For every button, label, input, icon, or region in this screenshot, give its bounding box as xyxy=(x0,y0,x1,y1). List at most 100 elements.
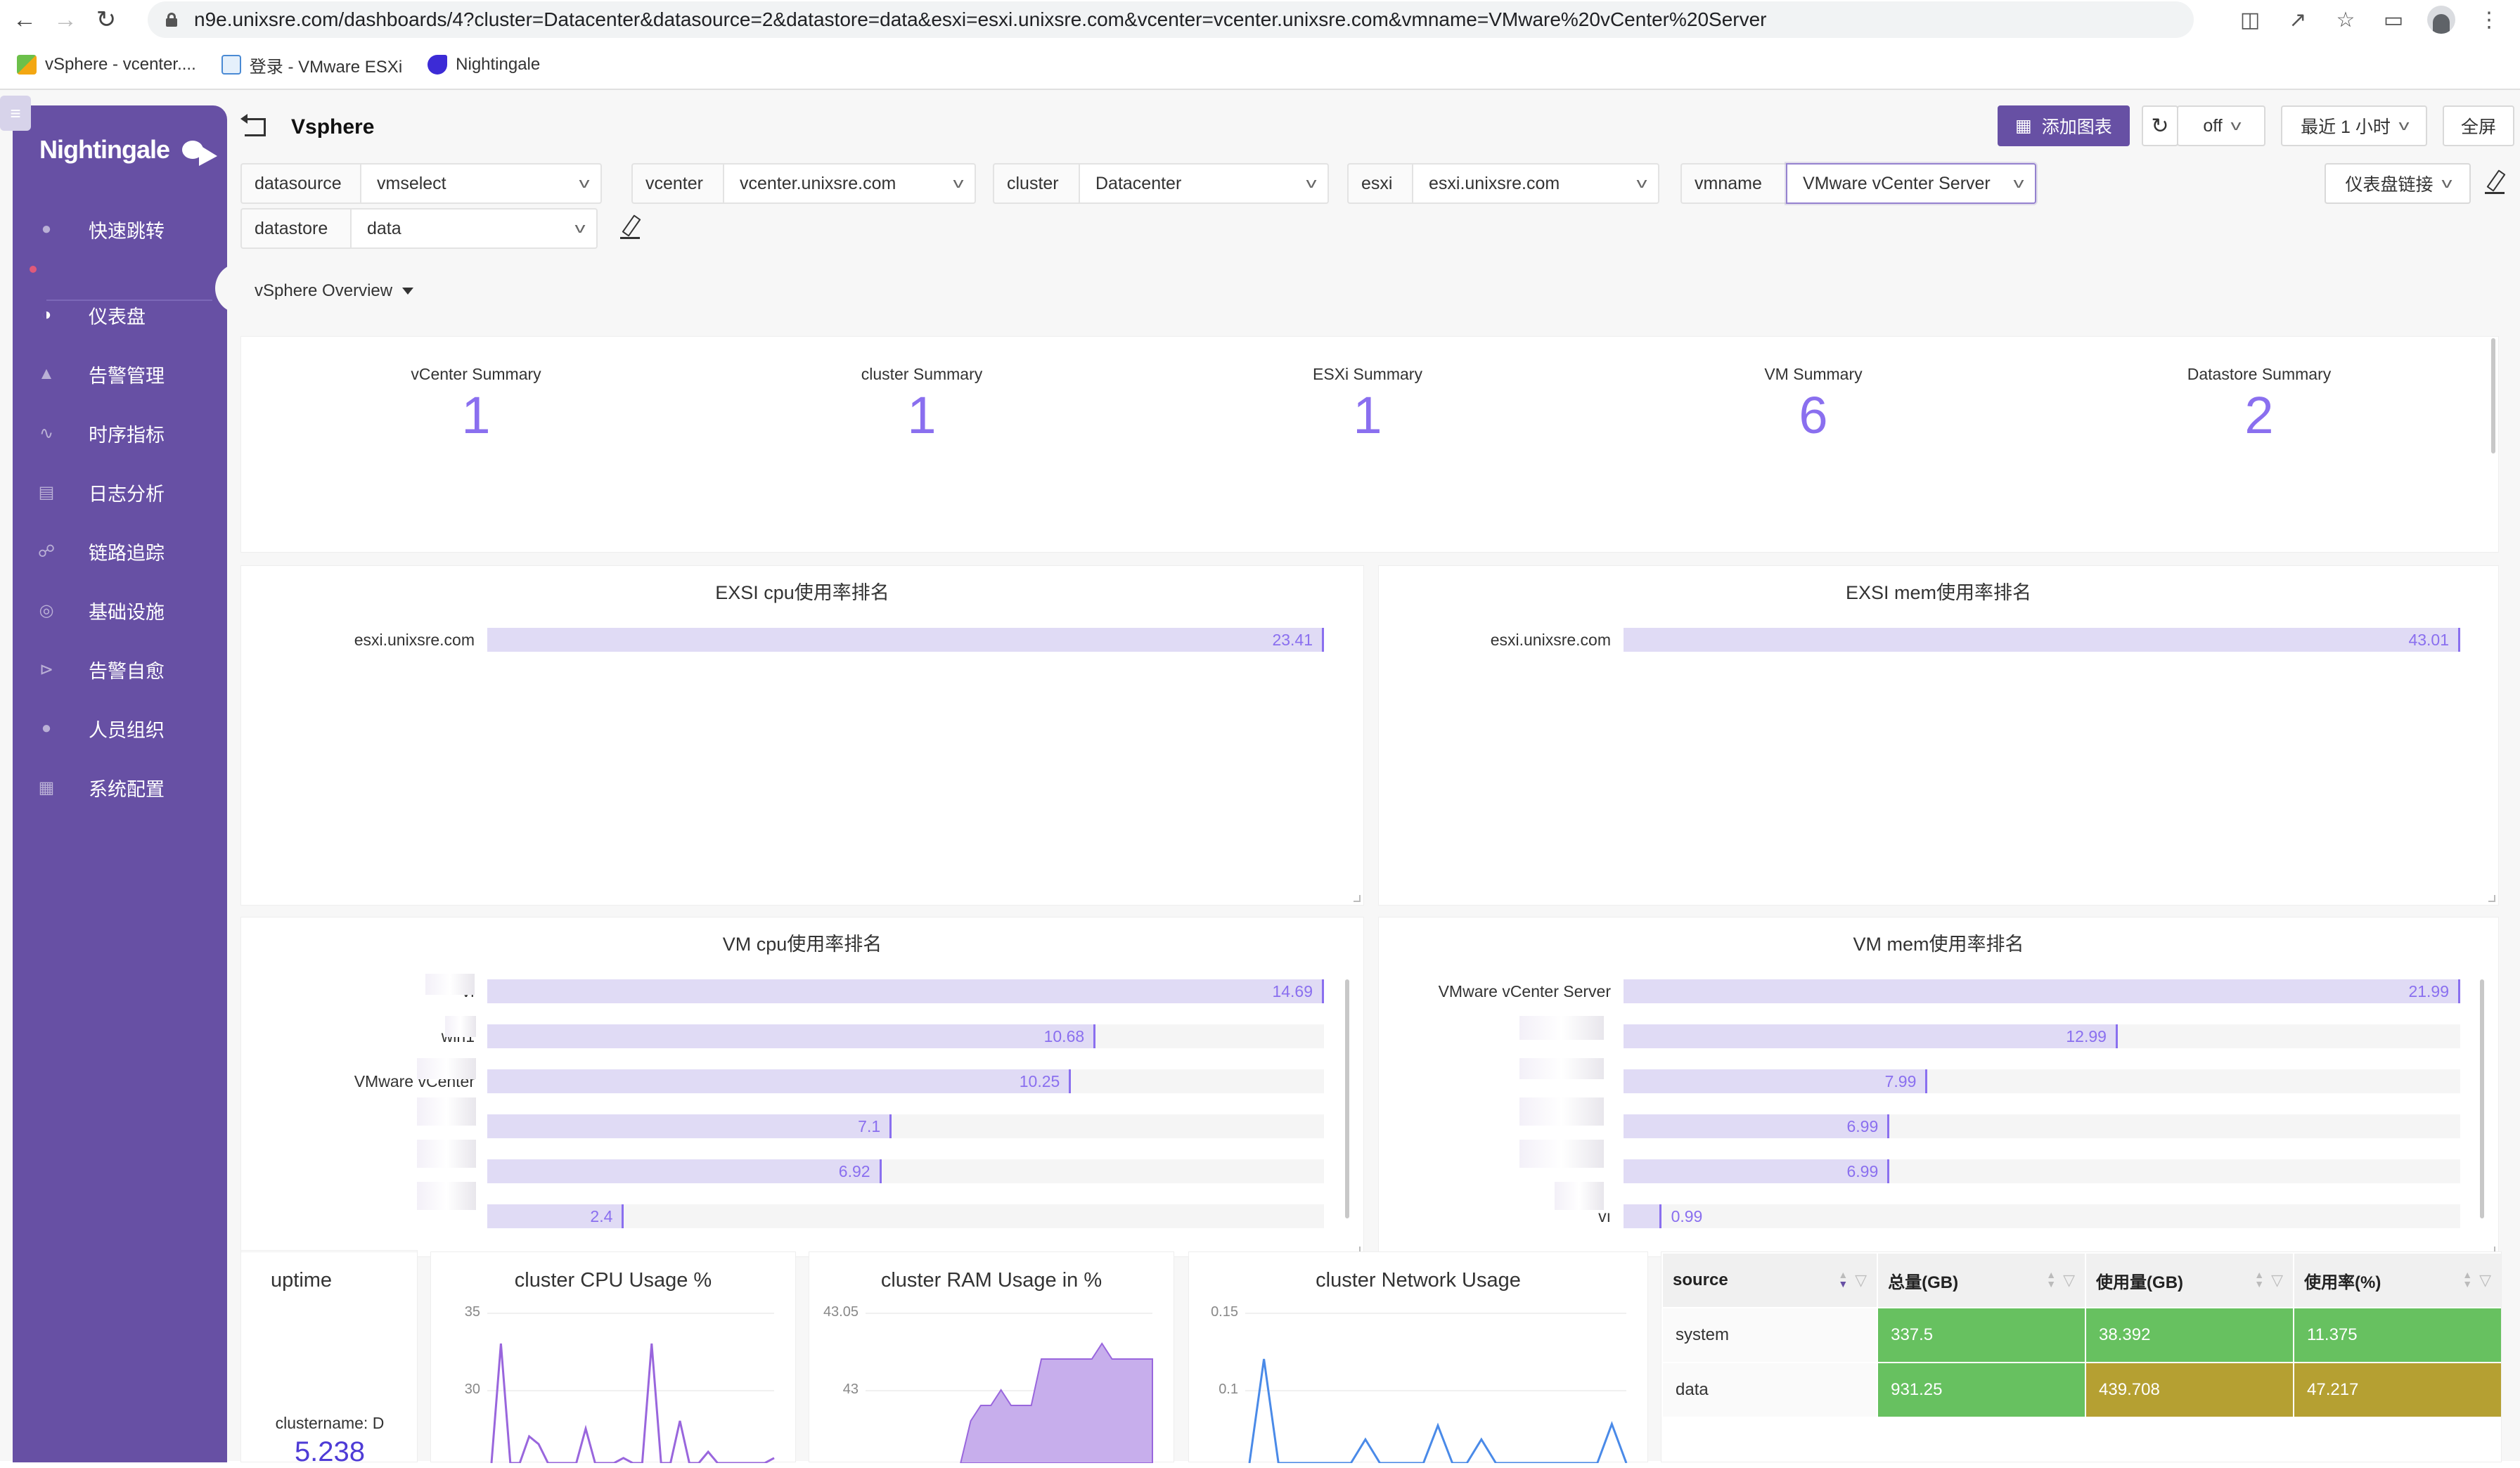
translate-icon[interactable]: ◫ xyxy=(2236,8,2264,32)
sidebar-item-4[interactable]: ▤ 日志分析 xyxy=(13,471,227,513)
variable-label: cluster xyxy=(993,163,1079,204)
sidebar-item-2[interactable]: ▲ 告警管理 xyxy=(13,353,227,395)
stat-label: vCenter Summary xyxy=(411,365,541,383)
add-chart-button[interactable]: ▦ 添加图表 xyxy=(1998,105,2130,146)
sidebar-item-9[interactable]: ▦ 系统配置 xyxy=(13,766,227,809)
bar-row: 0.99 vı xyxy=(1598,1204,2460,1228)
variable-label: esxi xyxy=(1347,163,1412,204)
sort-icon[interactable]: ▲ ▼ xyxy=(2254,1270,2264,1289)
panel-vm-cpu-rank: VM cpu使用率排名 14.69vı 10.68win1 10.25VMware v… xyxy=(240,917,1364,1257)
redacted-label xyxy=(417,1140,476,1168)
address-bar[interactable]: n9e.unixsre.com/dashboards/4?cluster=Dat… xyxy=(148,1,2194,38)
filter-icon[interactable]: ▽ xyxy=(2063,1272,2075,1287)
sidebar-item-0[interactable]: ● 快速跳转 xyxy=(13,208,227,250)
sidebar-item-3[interactable]: ∿ 时序指标 xyxy=(13,412,227,454)
notification-dot xyxy=(30,266,37,273)
chevron-down-icon: v xyxy=(2013,175,2024,191)
share-icon[interactable]: ↗ xyxy=(2284,8,2312,32)
bookmark-nightingale[interactable]: Nightingale xyxy=(428,55,540,75)
column-header[interactable]: 使用量(GB) ▲ ▼ ▽ xyxy=(2086,1254,2293,1307)
metrics-icon: ∿ xyxy=(39,423,54,443)
star-icon[interactable]: ☆ xyxy=(2332,8,2360,32)
scrollbar[interactable] xyxy=(2480,979,2484,1218)
redacted-label xyxy=(417,1058,476,1079)
variable-cluster: cluster Datacenter v xyxy=(993,163,1329,204)
refresh-button[interactable]: ↻ xyxy=(2142,105,2178,146)
group-vsphere-overview[interactable]: vSphere Overview xyxy=(255,281,414,301)
refresh-icon: ↻ xyxy=(2151,114,2169,138)
variable-vmname: vmname VMware vCenter Server v xyxy=(1680,163,2036,204)
bar-row: 6.99 xyxy=(1624,1159,2460,1183)
filter-icon[interactable]: ▽ xyxy=(1855,1272,1867,1287)
dashboard-links-select[interactable]: 仪表盘链接 v xyxy=(2325,163,2471,204)
summary-panel: vCenter Summary 1 cluster Summary 1 ESXi S… xyxy=(240,336,2499,553)
sidebar-item-label: 日志分析 xyxy=(89,483,165,505)
bar xyxy=(487,979,1324,1003)
variable-select-vmname[interactable]: VMware vCenter Server v xyxy=(1786,163,2036,204)
chevron-down-icon: v xyxy=(1306,175,1317,191)
sidebar-item-label: 人员组织 xyxy=(89,719,165,741)
column-header[interactable]: 总量(GB) ▲ ▼ ▽ xyxy=(1878,1254,2085,1307)
resize-handle[interactable] xyxy=(2488,895,2495,902)
variable-select-cluster[interactable]: Datacenter v xyxy=(1079,163,1329,204)
variable-datasource: datasource vmselect v xyxy=(240,163,602,204)
profile-avatar-icon[interactable] xyxy=(2427,6,2455,34)
chevron-down-icon: v xyxy=(574,220,586,236)
sidebar-item-6[interactable]: ◎ 基础设施 xyxy=(13,589,227,631)
cell-rate: 11.375 xyxy=(2294,1308,2501,1362)
variable-vcenter: vcenter vcenter.unixsre.com v xyxy=(631,163,976,204)
terminal-icon: ⊳ xyxy=(39,659,54,679)
filter-icon[interactable]: ▽ xyxy=(2271,1272,2283,1287)
sidebar-item-label: 告警自愈 xyxy=(89,660,165,682)
fullscreen-button[interactable]: 全屏 xyxy=(2443,105,2514,146)
scrollbar[interactable] xyxy=(2491,338,2495,453)
stat-value: 1 xyxy=(1353,386,1382,444)
datastore-table: source ▲ ▼ ▽ 总量(GB) ▲ ▼ ▽ 使用量(GB) ▲ ▼ ▽ 使用率(%) ▲ ▼… xyxy=(1661,1252,2502,1418)
reload-icon[interactable]: ↻ xyxy=(90,4,122,36)
alarm-icon: ▲ xyxy=(38,364,55,383)
variable-label: datasource xyxy=(240,163,360,204)
column-header[interactable]: source ▲ ▼ ▽ xyxy=(1663,1254,1877,1307)
stat-cluster-summary: cluster Summary 1 xyxy=(697,365,1147,443)
variable-esxi: esxi esxi.unixsre.com v xyxy=(1347,163,1659,204)
more-menu-icon[interactable]: ⋮ xyxy=(2475,8,2503,32)
forward-arrow-icon[interactable]: → xyxy=(49,4,82,36)
variable-datastore: datastore data v xyxy=(240,208,598,249)
back-icon[interactable] xyxy=(240,114,266,136)
sidebar-item-7[interactable]: ⊳ 告警自愈 xyxy=(13,648,227,690)
variable-select-datastore[interactable]: data v xyxy=(350,208,598,249)
side-panel-icon[interactable]: ▭ xyxy=(2379,8,2408,32)
resize-handle[interactable] xyxy=(1354,895,1361,902)
chart-plot xyxy=(490,1343,775,1463)
scrollbar[interactable] xyxy=(1345,979,1349,1218)
column-header[interactable]: 使用率(%) ▲ ▼ ▽ xyxy=(2294,1254,2501,1307)
edit-variables-icon[interactable] xyxy=(619,215,643,239)
url-text[interactable]: n9e.unixsre.com/dashboards/4?cluster=Dat… xyxy=(194,8,1767,31)
sidebar-item-5[interactable]: ☍ 链路追踪 xyxy=(13,530,227,572)
sort-icon[interactable]: ▲ ▼ xyxy=(1838,1270,1848,1289)
bar-value-label: 7.1 xyxy=(858,1117,881,1135)
bar-value-label: 6.92 xyxy=(838,1162,870,1180)
table-row: data 931.25 439.708 47.217 xyxy=(1663,1363,2501,1417)
uptime-value: 5.238 xyxy=(294,1436,366,1467)
refresh-interval-select[interactable]: off v xyxy=(2177,105,2265,146)
logo[interactable]: Nightingale xyxy=(39,134,220,166)
sort-icon[interactable]: ▲ ▼ xyxy=(2046,1270,2056,1289)
bar-value-label: 6.99 xyxy=(1846,1162,1879,1180)
time-range-select[interactable]: 最近 1 小时 v xyxy=(2281,105,2427,146)
bar-value-label: 12.99 xyxy=(2066,1027,2107,1045)
back-arrow-icon[interactable]: ← xyxy=(8,4,41,36)
filter-icon[interactable]: ▽ xyxy=(2479,1272,2491,1287)
variable-select-vcenter[interactable]: vcenter.unixsre.com v xyxy=(723,163,976,204)
sort-icon[interactable]: ▲ ▼ xyxy=(2462,1270,2472,1289)
app-root: Nightingale ● 快速跳转 ◑ 仪表盘 ▲ 告警管理 ∿ 时序指标 ▤ 日志分析 ☍ 链路追… xyxy=(0,90,2520,1467)
collapse-menu-icon[interactable]: ≡ xyxy=(0,96,31,131)
variable-select-datasource[interactable]: vmselect v xyxy=(360,163,602,204)
sidebar-item-8[interactable]: ● 人员组织 xyxy=(13,707,227,749)
variable-select-esxi[interactable]: esxi.unixsre.com v xyxy=(1412,163,1659,204)
stat-label: Datastore Summary xyxy=(2187,365,2332,383)
edit-links-icon[interactable] xyxy=(2483,170,2507,194)
bar-track xyxy=(1624,1204,2460,1228)
bookmark-esxi[interactable]: 登录 - VMware ESXi xyxy=(221,53,402,77)
bookmark-vsphere[interactable]: vSphere - vcenter.... xyxy=(17,55,196,75)
